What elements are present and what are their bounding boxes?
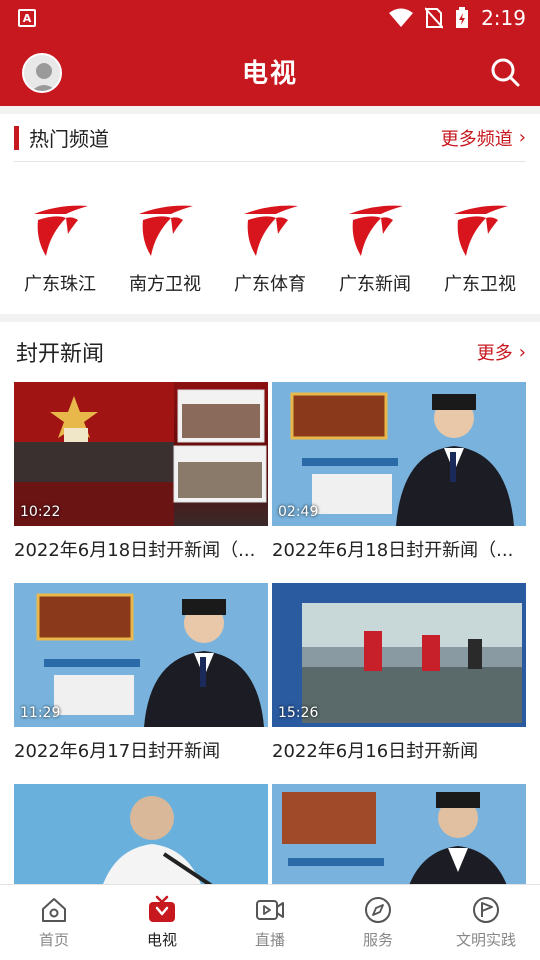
channel-name: 广东新闻 (339, 274, 411, 295)
tab-label: 服务 (362, 931, 393, 949)
battery-icon (456, 7, 469, 28)
tab-tv[interactable]: 电视 (108, 885, 216, 960)
channel-item[interactable]: 广东卫视 (432, 200, 528, 296)
channel-name: 广东珠江 (24, 274, 96, 295)
news-card[interactable]: 15:26 2022年6月16日封开新闻 (272, 583, 526, 763)
tab-label: 首页 (38, 931, 69, 949)
channel-list: 广东珠江 南方卫视 广东体育 广东新闻 广东卫视 (12, 200, 528, 296)
app-notification-icon: A (18, 9, 36, 27)
gdtv-logo-icon (34, 205, 88, 256)
channel-name: 广东体育 (234, 274, 306, 295)
video-duration: 02:49 (278, 504, 319, 520)
news-title: 封开新闻 (16, 342, 105, 367)
news-header: 封开新闻 更多 › (16, 322, 526, 382)
gdtv-logo-icon (454, 205, 508, 256)
hot-channels-header: 热门频道 更多频道 › (14, 114, 526, 162)
channel-name: 广东卫视 (444, 274, 516, 295)
video-thumbnail (272, 784, 526, 884)
news-anchor-image (272, 784, 526, 884)
home-icon (42, 898, 66, 922)
tab-live[interactable]: 直播 (216, 885, 324, 960)
status-bar: A 2:19 (0, 0, 540, 36)
tab-label: 电视 (146, 931, 177, 949)
page-title: 电视 (241, 58, 298, 89)
gdtv-logo-icon (139, 205, 193, 256)
tab-label: 文明实践 (455, 931, 516, 949)
tab-home[interactable]: 首页 (0, 885, 108, 960)
news-card[interactable] (14, 784, 268, 884)
video-duration: 10:22 (20, 504, 61, 520)
news-card[interactable]: 02:49 2022年6月18日封开新闻（... (272, 382, 526, 562)
video-duration: 15:26 (278, 705, 319, 721)
news-card-title: 2022年6月16日封开新闻 (272, 741, 479, 762)
no-sim-icon (425, 7, 444, 29)
news-section: 封开新闻 更多 › 10:22 2022年6月18日封开新闻（... 02:49… (0, 322, 540, 884)
live-icon (256, 900, 284, 920)
search-icon[interactable] (490, 57, 520, 87)
video-thumbnail: 10:22 (14, 382, 268, 526)
channel-item[interactable]: 南方卫视 (117, 200, 213, 296)
channel-item[interactable]: 广东体育 (222, 200, 318, 296)
hot-channels-title: 热门频道 (29, 127, 109, 151)
channel-item[interactable]: 广东新闻 (327, 200, 423, 296)
tab-service[interactable]: 服务 (324, 885, 432, 960)
news-card[interactable]: 10:22 2022年6月18日封开新闻（... (14, 382, 268, 562)
news-card-title: 2022年6月18日封开新闻（... (272, 540, 514, 561)
news-card-title: 2022年6月18日封开新闻（... (14, 540, 256, 561)
more-channels-label: 更多频道 (440, 128, 513, 150)
chevron-right-icon: › (518, 127, 526, 148)
more-news-link[interactable]: 更多 › (477, 339, 526, 365)
video-thumbnail: 15:26 (272, 583, 526, 727)
gdtv-logo-icon (244, 205, 298, 256)
channel-item[interactable]: 广东珠江 (12, 200, 108, 296)
more-channels-link[interactable]: 更多频道 › (441, 125, 526, 151)
tab-civilization-practice[interactable]: 文明实践 (432, 885, 540, 960)
press-conference-image (14, 784, 268, 884)
app-header: 电视 (0, 36, 540, 106)
tv-icon (149, 895, 175, 922)
news-card[interactable]: 11:29 2022年6月17日封开新闻 (14, 583, 268, 763)
hot-channels-section: 热门频道 更多频道 › 广东珠江 南方卫视 广东体育 广东新闻 广东卫视 (0, 114, 540, 314)
avatar[interactable] (22, 53, 62, 93)
chevron-right-icon: › (518, 341, 526, 363)
bottom-tab-bar: 首页 电视 直播 服务 文明实践 (0, 884, 540, 960)
video-thumbnail: 02:49 (272, 382, 526, 526)
clock-text: 2:19 (481, 6, 526, 30)
news-card-title: 2022年6月17日封开新闻 (14, 741, 221, 762)
tab-label: 直播 (254, 931, 285, 949)
video-thumbnail: 11:29 (14, 583, 268, 727)
section-marker (14, 125, 19, 150)
more-news-label: 更多 (476, 343, 513, 364)
compass-icon (365, 897, 391, 923)
gdtv-logo-icon (349, 205, 403, 256)
video-duration: 11:29 (20, 705, 61, 721)
user-avatar-icon (24, 55, 60, 91)
flag-icon (473, 897, 499, 923)
video-thumbnail (14, 784, 268, 884)
channel-name: 南方卫视 (129, 274, 201, 295)
wifi-icon (389, 8, 414, 27)
news-card[interactable] (272, 784, 526, 884)
